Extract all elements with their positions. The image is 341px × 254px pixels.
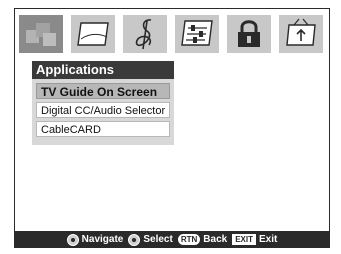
back-hint: RTN Back <box>177 234 228 245</box>
select-hint: Select <box>128 233 173 246</box>
exit-label: Exit <box>258 234 278 245</box>
button-guide-bar: Navigate Select RTN Back EXIT Exit <box>14 231 330 248</box>
select-button-icon <box>128 233 141 246</box>
menu-item-cablecard[interactable]: CableCARD <box>36 121 170 137</box>
picture-icon[interactable] <box>71 15 115 53</box>
channel-input-icon[interactable] <box>279 15 323 53</box>
navigate-label: Navigate <box>81 234 124 245</box>
navigate-pad-icon <box>66 233 79 246</box>
menu-list: TV Guide On Screen Digital CC/Audio Sele… <box>32 79 174 145</box>
navigate-hint: Navigate <box>66 233 124 246</box>
rtn-key-icon: RTN <box>177 234 201 245</box>
menu-icon-bar <box>19 15 327 55</box>
setup-icon[interactable] <box>175 15 219 53</box>
select-label: Select <box>143 234 173 245</box>
sound-icon[interactable] <box>123 15 167 53</box>
lock-icon[interactable] <box>227 15 271 53</box>
menu-title: Applications <box>32 61 174 79</box>
menu-item-digital-cc-audio[interactable]: Digital CC/Audio Selector <box>36 102 170 118</box>
exit-key-icon: EXIT <box>232 234 256 245</box>
exit-hint: EXIT Exit <box>232 234 277 245</box>
menu-item-tv-guide[interactable]: TV Guide On Screen <box>36 83 170 99</box>
back-label: Back <box>203 234 228 245</box>
applications-icon[interactable] <box>19 15 63 53</box>
